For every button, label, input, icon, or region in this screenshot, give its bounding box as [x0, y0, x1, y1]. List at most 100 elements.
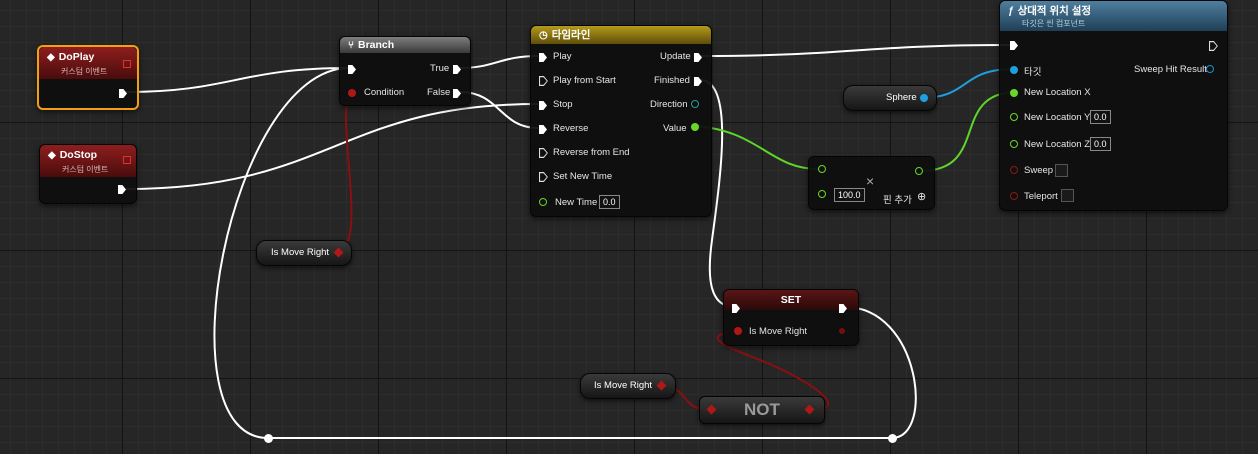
sweep-hit-result-pin[interactable]: [1206, 65, 1214, 73]
set-var-label: Is Move Right: [749, 326, 808, 337]
branch-false-label: False: [427, 87, 451, 98]
event-diamond-icon: ◆: [48, 150, 56, 161]
timeline-value-pin[interactable]: [691, 123, 699, 131]
dostop-subtitle: 커스텀 이벤트: [62, 165, 109, 174]
timeline-value-label: Value: [663, 123, 687, 134]
reroute-knot-left[interactable]: [264, 434, 273, 443]
multiply-node[interactable]: 100.0 × 핀 추가 ⊕: [808, 156, 935, 210]
new-location-y-pin[interactable]: [1010, 113, 1018, 121]
set-relative-location-subtitle: 타깃은 씬 컴포넌트: [1022, 19, 1086, 28]
set-variable-node[interactable]: SET Is Move Right: [723, 289, 859, 346]
timeline-reverse-from-end-pin[interactable]: [539, 148, 548, 158]
branch-true-label: True: [430, 63, 450, 74]
timeline-new-time-input[interactable]: 0.0: [599, 195, 620, 209]
function-icon: ƒ: [1008, 6, 1014, 17]
event-diamond-icon: ◆: [47, 52, 55, 63]
dostop-exec-out-pin[interactable]: [118, 185, 126, 194]
teleport-label: Teleport: [1024, 191, 1058, 202]
not-input-pin[interactable]: [706, 404, 717, 415]
branch-title: Branch: [358, 39, 395, 51]
set-location-target-pin[interactable]: [1010, 66, 1018, 74]
new-location-x-pin[interactable]: [1010, 89, 1018, 97]
timeline-new-time-pin[interactable]: [539, 198, 547, 206]
timeline-play-from-start-pin[interactable]: [539, 76, 548, 86]
is-move-right-2-output-pin[interactable]: [656, 380, 667, 391]
sphere-output-pin[interactable]: [920, 94, 928, 102]
timeline-direction-label: Direction: [650, 99, 688, 110]
sweep-checkbox[interactable]: [1055, 164, 1068, 177]
timeline-update-pin[interactable]: [694, 53, 702, 62]
set-relative-location-node[interactable]: ƒ 상대적 위치 설정 타깃은 씬 컴포넌트 타깃 Sweep Hit Resul…: [999, 0, 1228, 211]
timeline-node[interactable]: ◷ 타임라인 Play Play from Start Stop Reverse …: [530, 25, 712, 217]
set-location-exec-out-pin[interactable]: [1209, 41, 1218, 51]
timeline-stop-label: Stop: [553, 99, 573, 110]
teleport-checkbox[interactable]: [1061, 189, 1074, 202]
timeline-title: 타임라인: [551, 29, 591, 41]
timeline-direction-pin[interactable]: [691, 100, 699, 108]
sweep-hit-result-label: Sweep Hit Result: [1134, 64, 1207, 75]
new-location-z-pin[interactable]: [1010, 140, 1018, 148]
sphere-getter-node[interactable]: Sphere: [843, 85, 937, 111]
not-output-pin[interactable]: [804, 404, 815, 415]
is-move-right-label-2: Is Move Right: [594, 380, 653, 391]
sphere-label: Sphere: [886, 92, 917, 103]
timeline-reverse-from-end-label: Reverse from End: [553, 147, 630, 158]
reroute-knot-right[interactable]: [888, 434, 897, 443]
doplay-event-node[interactable]: ◆ DoPlay 커스텀 이벤트: [37, 45, 139, 110]
timeline-play-label: Play: [553, 51, 572, 62]
branch-condition-pin[interactable]: [348, 89, 356, 97]
add-pin-icon[interactable]: ⊕: [917, 190, 926, 203]
timeline-stop-pin[interactable]: [539, 101, 547, 110]
set-title: SET: [780, 294, 802, 306]
dostop-header: ◆ DoStop 커스텀 이벤트: [40, 145, 136, 177]
wire-doplay-to-branch: [125, 67, 349, 93]
not-node[interactable]: NOT: [699, 396, 825, 424]
branch-icon: ⑂: [348, 40, 354, 51]
doplay-subtitle: 커스텀 이벤트: [61, 67, 108, 76]
timeline-play-from-start-label: Play from Start: [553, 75, 616, 86]
timeline-finished-pin[interactable]: [694, 77, 702, 86]
branch-true-pin[interactable]: [453, 65, 461, 74]
clock-icon: ◷: [539, 30, 548, 41]
branch-header: ⑂ Branch: [340, 37, 470, 53]
delegate-pin-icon[interactable]: [123, 156, 131, 164]
sweep-pin[interactable]: [1010, 166, 1018, 174]
delegate-pin-icon[interactable]: [123, 60, 131, 68]
new-location-y-label: New Location Y: [1024, 112, 1091, 123]
is-move-right-output-pin[interactable]: [333, 247, 344, 258]
teleport-pin[interactable]: [1010, 192, 1018, 200]
multiply-input-b-pin[interactable]: [818, 190, 826, 198]
is-move-right-getter-node-2[interactable]: Is Move Right: [580, 373, 676, 399]
timeline-new-time-label: New Time: [555, 197, 598, 208]
multiply-operand-input[interactable]: 100.0: [834, 188, 865, 202]
is-move-right-getter-node[interactable]: Is Move Right: [256, 240, 352, 266]
branch-false-pin[interactable]: [453, 89, 461, 98]
set-location-exec-in-pin[interactable]: [1010, 41, 1018, 50]
dostop-event-node[interactable]: ◆ DoStop 커스텀 이벤트: [39, 144, 137, 204]
new-location-y-input[interactable]: 0.0: [1090, 110, 1111, 124]
add-pin-label: 핀 추가: [883, 195, 912, 206]
timeline-finished-label: Finished: [654, 75, 690, 86]
new-location-z-label: New Location Z: [1024, 139, 1091, 150]
multiply-input-a-pin[interactable]: [818, 165, 826, 173]
new-location-x-label: New Location X: [1024, 87, 1091, 98]
set-relative-location-header: ƒ 상대적 위치 설정 타깃은 씬 컴포넌트: [1000, 1, 1227, 31]
timeline-play-pin[interactable]: [539, 53, 547, 62]
set-value-in-pin[interactable]: [734, 327, 742, 335]
multiply-output-pin[interactable]: [915, 167, 923, 175]
doplay-exec-out-pin[interactable]: [119, 89, 127, 98]
multiply-symbol: ×: [866, 173, 875, 189]
set-value-out-pin[interactable]: [839, 328, 845, 334]
branch-node[interactable]: ⑂ Branch Condition True False: [339, 36, 471, 106]
branch-exec-in-pin[interactable]: [348, 65, 356, 74]
timeline-set-new-time-label: Set New Time: [553, 171, 613, 182]
timeline-update-label: Update: [660, 51, 691, 62]
wire-value-to-multiply: [693, 125, 821, 171]
timeline-reverse-pin[interactable]: [539, 125, 547, 134]
new-location-z-input[interactable]: 0.0: [1090, 137, 1111, 151]
set-location-target-label: 타깃: [1024, 67, 1042, 78]
timeline-reverse-label: Reverse: [553, 123, 589, 134]
timeline-set-new-time-pin[interactable]: [539, 172, 548, 182]
timeline-header: ◷ 타임라인: [531, 26, 711, 44]
wire-branch-true-to-play: [459, 55, 539, 69]
